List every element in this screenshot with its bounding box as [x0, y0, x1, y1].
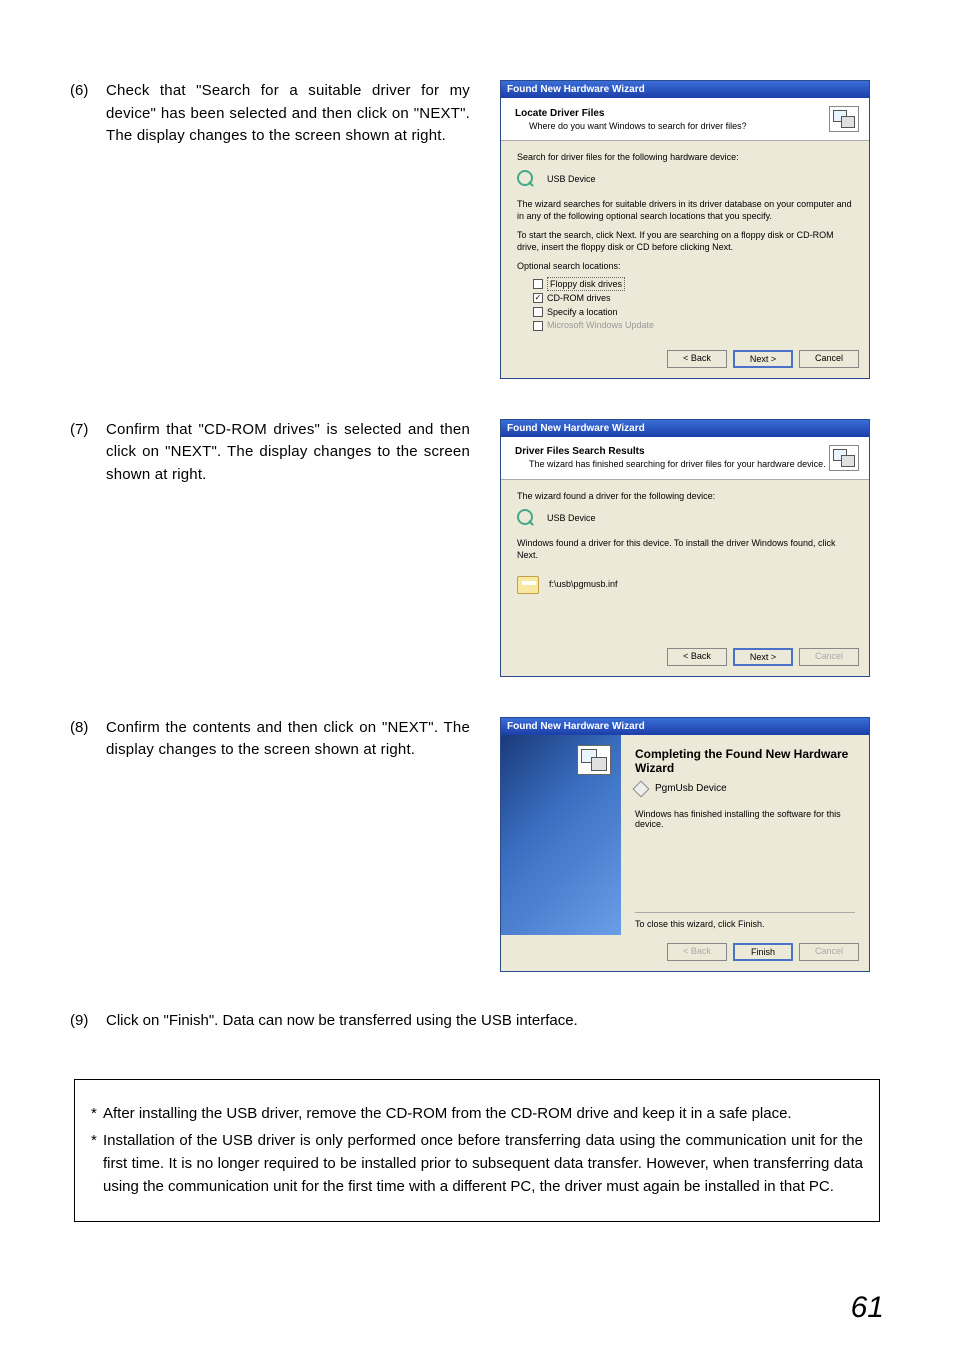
checkbox-icon-checked: ✓	[533, 293, 543, 303]
step-7-text: Confirm that "CD-ROM drives" is selected…	[106, 419, 470, 487]
step-6-number: (6)	[70, 80, 106, 103]
step-6-text: Check that "Search for a suitable driver…	[106, 80, 470, 148]
dialog1-line1: Search for driver files for the followin…	[517, 151, 853, 164]
dialog2-titlebar: Found New Hardware Wizard	[501, 420, 869, 437]
search-icon	[517, 509, 537, 529]
checkbox-icon	[533, 321, 543, 331]
step-9-number: (9)	[70, 1012, 106, 1029]
dialog2-line1: The wizard found a driver for the follow…	[517, 490, 853, 503]
hardware-icon	[829, 445, 859, 471]
note-1: After installing the USB driver, remove …	[103, 1102, 792, 1125]
dialog3-heading: Completing the Found New Hardware Wizard	[635, 747, 855, 775]
checkbox-update-label: Microsoft Windows Update	[547, 319, 654, 332]
cancel-button: Cancel	[799, 943, 859, 961]
checkbox-icon	[533, 307, 543, 317]
back-button[interactable]: < Back	[667, 648, 727, 666]
dialog2-path: f:\usb\pgmusb.inf	[549, 578, 618, 591]
note-2: Installation of the USB driver is only p…	[103, 1129, 863, 1199]
dialog2-header-sub: The wizard has finished searching for dr…	[529, 459, 826, 469]
dialog-locate-driver: Found New Hardware Wizard Locate Driver …	[500, 80, 870, 379]
dialog1-titlebar: Found New Hardware Wizard	[501, 81, 869, 98]
step-8-number: (8)	[70, 717, 106, 740]
hardware-icon	[577, 745, 611, 775]
dialog-search-results: Found New Hardware Wizard Driver Files S…	[500, 419, 870, 677]
step-7-number: (7)	[70, 419, 106, 442]
checkbox-floppy-label: Floppy disk drives	[547, 277, 625, 292]
checkbox-windows-update: Microsoft Windows Update	[533, 319, 853, 332]
checkbox-cdrom[interactable]: ✓ CD-ROM drives	[533, 292, 853, 305]
dialog1-header-title: Locate Driver Files	[515, 108, 747, 119]
dialog1-line3: To start the search, click Next. If you …	[517, 229, 853, 254]
step-7-row: (7) Confirm that "CD-ROM drives" is sele…	[70, 419, 884, 677]
cancel-button[interactable]: Cancel	[799, 350, 859, 368]
dialog1-line2: The wizard searches for suitable drivers…	[517, 198, 853, 223]
dialog1-header-sub: Where do you want Windows to search for …	[529, 121, 747, 131]
asterisk: *	[91, 1129, 103, 1199]
step-8-row: (8) Confirm the contents and then click …	[70, 717, 884, 972]
dialog2-header-title: Driver Files Search Results	[515, 446, 826, 457]
dialog2-device: USB Device	[547, 512, 596, 525]
dialog1-line4: Optional search locations:	[517, 260, 853, 273]
finish-button[interactable]: Finish	[733, 943, 793, 961]
step-6-row: (6) Check that "Search for a suitable dr…	[70, 80, 884, 379]
checkbox-floppy[interactable]: Floppy disk drives	[533, 277, 853, 292]
dialog3-close: To close this wizard, click Finish.	[635, 912, 855, 929]
search-icon	[517, 170, 537, 190]
dialog3-device: PgmUsb Device	[655, 783, 727, 794]
checkbox-icon	[533, 279, 543, 289]
asterisk: *	[91, 1102, 103, 1125]
checkbox-cdrom-label: CD-ROM drives	[547, 292, 611, 305]
step-9-row: (9) Click on "Finish". Data can now be t…	[70, 1012, 884, 1029]
dialog1-device: USB Device	[547, 173, 596, 186]
wizard-side-image	[501, 735, 621, 935]
step-9-text: Click on "Finish". Data can now be trans…	[106, 1012, 578, 1029]
dialog2-line2: Windows found a driver for this device. …	[517, 537, 853, 562]
back-button: < Back	[667, 943, 727, 961]
back-button[interactable]: < Back	[667, 350, 727, 368]
notes-box: * After installing the USB driver, remov…	[74, 1079, 880, 1222]
checkbox-specify-label: Specify a location	[547, 306, 618, 319]
hardware-icon	[829, 106, 859, 132]
next-button[interactable]: Next >	[733, 350, 793, 368]
next-button[interactable]: Next >	[733, 648, 793, 666]
dialog-completing: Found New Hardware Wizard Completing the…	[500, 717, 870, 972]
page-number: 61	[851, 1291, 884, 1325]
cancel-button: Cancel	[799, 648, 859, 666]
dialog3-msg: Windows has finished installing the soft…	[635, 809, 855, 829]
step-8-text: Confirm the contents and then click on "…	[106, 717, 470, 762]
device-icon	[633, 780, 650, 797]
drive-icon	[517, 576, 539, 594]
dialog3-titlebar: Found New Hardware Wizard	[501, 718, 869, 735]
checkbox-specify[interactable]: Specify a location	[533, 306, 853, 319]
